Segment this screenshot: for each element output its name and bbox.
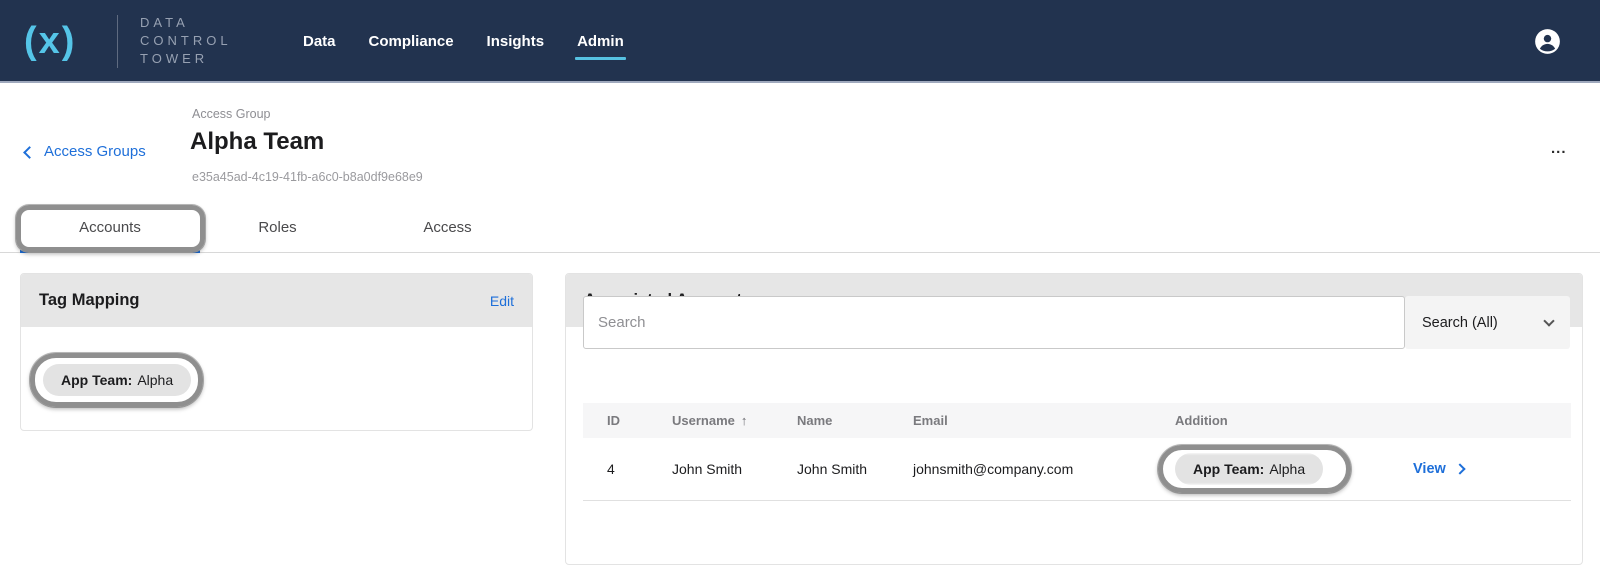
tab-access[interactable]: Access <box>380 205 515 250</box>
cell-name: John Smith <box>797 461 913 477</box>
tab-roles[interactable]: Roles <box>210 205 345 250</box>
back-link-label: Access Groups <box>44 143 146 160</box>
brand-divider <box>117 15 118 68</box>
nav-active-underline <box>575 57 626 60</box>
row-chip-app-team-alpha[interactable]: App Team: Alpha <box>1175 453 1323 485</box>
nav-item-compliance-label: Compliance <box>369 33 454 50</box>
edit-tag-mapping-link[interactable]: Edit <box>490 293 514 309</box>
column-header-email[interactable]: Email <box>913 413 1175 428</box>
column-header-id[interactable]: ID <box>607 413 672 428</box>
table-row: 4 John Smith John Smith johnsmith@compan… <box>583 438 1571 501</box>
view-link-label: View <box>1413 461 1446 477</box>
nav-item-data-label: Data <box>303 33 336 50</box>
view-account-link[interactable]: View <box>1413 461 1571 477</box>
column-header-username[interactable]: Username ↑ <box>672 413 797 428</box>
row-chip-value: Alpha <box>1269 461 1305 477</box>
chevron-down-icon <box>1543 315 1554 326</box>
column-header-addition[interactable]: Addition <box>1175 413 1413 428</box>
page-title: Alpha Team <box>190 128 324 156</box>
chevron-right-icon <box>1454 463 1465 474</box>
nav-item-admin[interactable]: Admin <box>577 27 624 56</box>
accounts-table: ID Username ↑ Name Email Addition 4 John… <box>583 403 1571 501</box>
nav-item-data[interactable]: Data <box>303 27 336 56</box>
tag-chip-app-team-alpha[interactable]: App Team: Alpha <box>43 364 191 396</box>
tag-mapping-header: Tag Mapping Edit <box>21 274 532 327</box>
cell-id: 4 <box>607 461 672 477</box>
tag-chip-value: Alpha <box>137 372 173 388</box>
cell-email: johnsmith@company.com <box>913 461 1175 477</box>
active-tab-underline <box>20 250 200 253</box>
search-scope-dropdown[interactable]: Search (All) <box>1405 296 1570 349</box>
chevron-left-icon <box>23 146 36 159</box>
column-header-name[interactable]: Name <box>797 413 913 428</box>
nav-item-admin-label: Admin <box>577 33 624 50</box>
entity-uuid: e35a45ad-4c19-41fb-a6c0-b8a0df9e68e9 <box>192 170 423 184</box>
nav-item-insights[interactable]: Insights <box>487 27 545 56</box>
screen: (x) DATA CONTROL TOWER Data Compliance I… <box>0 0 1600 585</box>
accounts-table-header: ID Username ↑ Name Email Addition <box>583 403 1571 438</box>
top-navigation: Data Compliance Insights Admin <box>303 0 624 83</box>
more-options-icon[interactable]: ... <box>1551 140 1567 157</box>
nav-item-insights-label: Insights <box>487 33 545 50</box>
tab-accounts-label: Accounts <box>79 219 141 236</box>
tab-access-label: Access <box>423 219 471 236</box>
tab-accounts[interactable]: Accounts <box>20 205 200 250</box>
tabbar-divider <box>0 252 1600 253</box>
column-header-username-label: Username <box>672 413 735 428</box>
search-scope-label: Search (All) <box>1422 315 1498 331</box>
user-avatar-icon[interactable] <box>1534 28 1561 55</box>
tag-mapping-title: Tag Mapping <box>39 291 140 310</box>
app-header: (x) DATA CONTROL TOWER Data Compliance I… <box>0 0 1600 83</box>
nav-item-compliance[interactable]: Compliance <box>369 27 454 56</box>
tag-mapping-panel: Tag Mapping Edit App Team: Alpha <box>20 273 533 431</box>
cell-addition: App Team: Alpha <box>1175 453 1413 485</box>
brand-line-1: DATA <box>140 14 232 32</box>
cell-username: John Smith <box>672 461 797 477</box>
tab-roles-label: Roles <box>258 219 296 236</box>
tag-chip-container: App Team: Alpha <box>43 364 191 396</box>
entity-type-label: Access Group <box>192 107 271 121</box>
sort-ascending-icon: ↑ <box>741 413 748 428</box>
brand-line-2: CONTROL <box>140 32 232 50</box>
search-input[interactable] <box>583 296 1405 349</box>
tag-chip-key: App Team: <box>61 372 132 388</box>
brand-logo-icon[interactable]: (x) <box>24 0 76 83</box>
brand-line-3: TOWER <box>140 50 232 68</box>
associated-accounts-panel: Associated Accounts + Manually Add Accou… <box>565 273 1583 565</box>
back-to-access-groups-link[interactable]: Access Groups <box>25 143 146 160</box>
row-chip-key: App Team: <box>1193 461 1264 477</box>
brand-wordmark: DATA CONTROL TOWER <box>140 14 232 68</box>
